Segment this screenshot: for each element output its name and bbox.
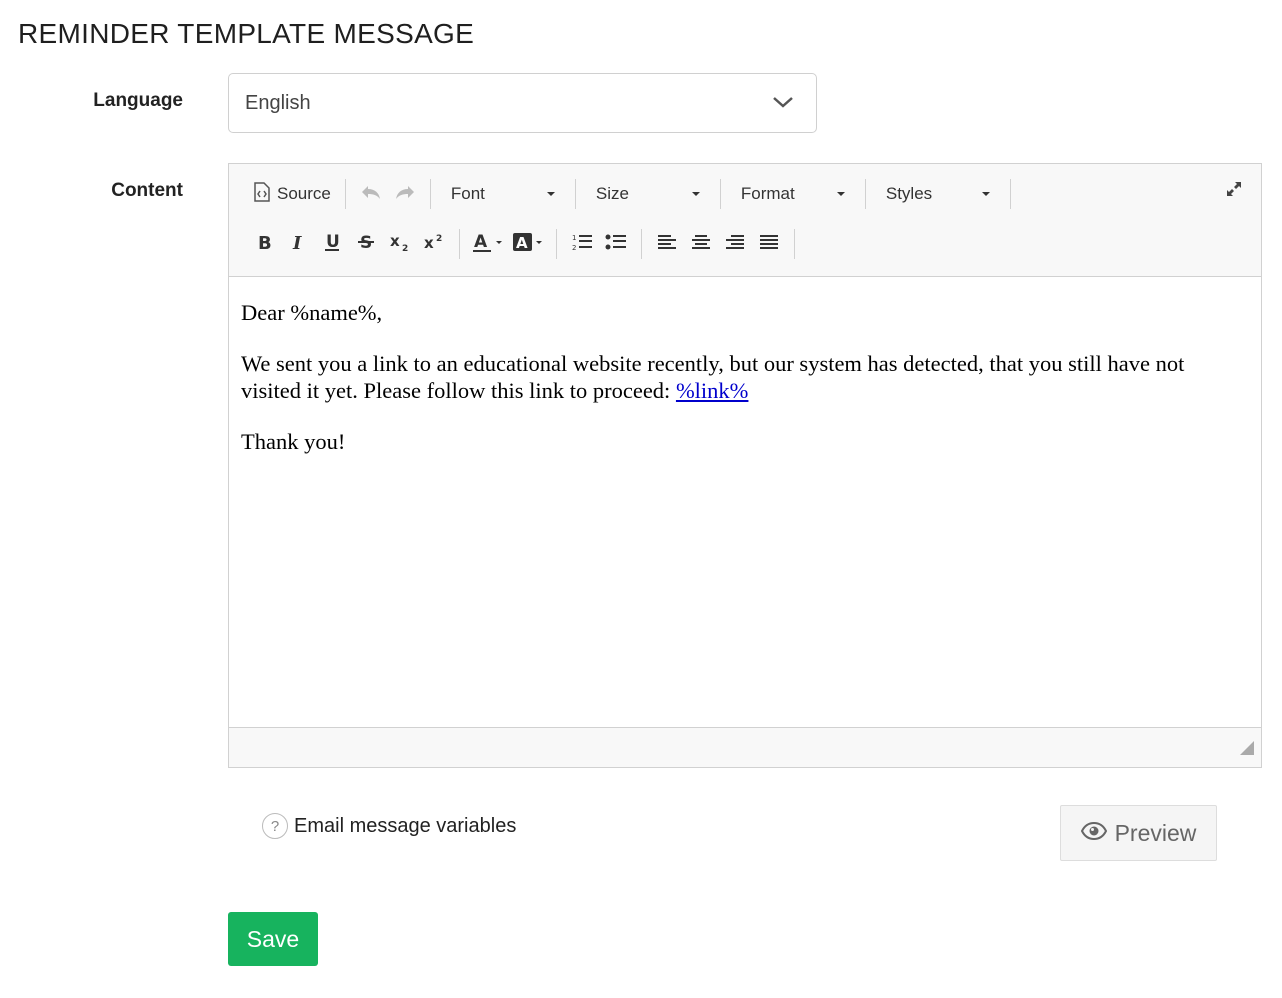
redo-button[interactable] — [388, 177, 422, 211]
text-color-button[interactable]: A — [468, 227, 508, 261]
undo-icon — [360, 184, 382, 205]
editor-content-area[interactable]: Dear %name%, We sent you a link to an ed… — [229, 277, 1261, 727]
svg-text:2: 2 — [402, 244, 408, 252]
caret-down-icon — [691, 192, 700, 196]
strikethrough-icon: S — [357, 232, 375, 257]
language-select[interactable]: English — [228, 73, 817, 133]
svg-text:A: A — [516, 234, 528, 252]
email-variables-link[interactable]: ? Email message variables — [262, 813, 516, 839]
align-justify-button[interactable] — [752, 227, 786, 261]
align-center-icon — [691, 233, 711, 256]
svg-text:x: x — [390, 232, 400, 250]
svg-text:1: 1 — [572, 234, 576, 242]
toolbar-separator — [719, 179, 721, 209]
svg-text:B: B — [258, 233, 272, 251]
background-color-button[interactable]: A — [508, 227, 548, 261]
superscript-button[interactable]: x2 — [417, 227, 451, 261]
editor-footer — [229, 727, 1261, 767]
source-label: Source — [277, 184, 331, 203]
resize-grip-icon[interactable] — [1239, 740, 1255, 761]
bold-button[interactable]: B — [247, 227, 281, 261]
preview-button[interactable]: Preview — [1060, 805, 1217, 861]
toolbar-separator — [344, 179, 346, 209]
toolbar-row-2: B I U S x2 x 2 A A 1 2 — [247, 224, 803, 264]
bulleted-list-button[interactable] — [599, 227, 633, 261]
align-left-icon — [657, 233, 677, 256]
italic-button[interactable]: I — [281, 227, 315, 261]
help-icon: ? — [262, 813, 288, 839]
toolbar-separator — [641, 229, 642, 259]
format-dropdown[interactable]: Format — [729, 177, 857, 211]
content-label: Content — [111, 180, 183, 201]
bold-icon: B — [256, 233, 272, 256]
toolbar-row-1: Source Font Size Format Styles — [247, 174, 1019, 214]
language-label: Language — [93, 90, 183, 111]
editor-toolbar: Source Font Size Format Styles B I U S x… — [229, 164, 1261, 277]
svg-text:A: A — [474, 232, 488, 252]
svg-text:2: 2 — [436, 234, 442, 244]
toolbar-separator — [556, 229, 557, 259]
strikethrough-button[interactable]: S — [349, 227, 383, 261]
toolbar-separator — [429, 179, 431, 209]
bulleted-list-icon — [605, 232, 627, 257]
subscript-icon: x2 — [389, 232, 411, 257]
styles-dropdown-label: Styles — [885, 184, 933, 203]
text-color-icon: A — [472, 231, 504, 258]
source-button[interactable]: Source — [247, 177, 337, 211]
numbered-list-icon: 12 — [571, 232, 593, 257]
chevron-down-icon — [772, 94, 794, 115]
rich-text-editor: Source Font Size Format Styles B I U S x… — [228, 163, 1262, 768]
size-dropdown-label: Size — [595, 184, 629, 203]
font-dropdown[interactable]: Font — [439, 177, 567, 211]
align-right-icon — [725, 233, 745, 256]
email-variables-label: Email message variables — [294, 814, 517, 837]
format-dropdown-label: Format — [740, 184, 795, 203]
size-dropdown[interactable]: Size — [584, 177, 712, 211]
underline-icon: U — [323, 232, 341, 257]
undo-button[interactable] — [354, 177, 388, 211]
font-dropdown-label: Font — [450, 184, 485, 203]
svg-text:2: 2 — [572, 244, 576, 252]
caret-down-icon — [546, 192, 555, 196]
toolbar-separator — [459, 229, 460, 259]
styles-dropdown[interactable]: Styles — [874, 177, 1002, 211]
language-select-value: English — [245, 91, 311, 114]
save-button[interactable]: Save — [228, 912, 318, 966]
closing-paragraph: Thank you! — [241, 429, 346, 454]
background-color-icon: A — [512, 231, 544, 258]
caret-down-icon — [836, 192, 845, 196]
preview-label: Preview — [1114, 819, 1197, 846]
svg-text:I: I — [292, 233, 302, 251]
toolbar-separator — [1009, 179, 1011, 209]
source-icon — [253, 181, 271, 207]
align-left-button[interactable] — [650, 227, 684, 261]
toolbar-separator — [574, 179, 576, 209]
align-right-button[interactable] — [718, 227, 752, 261]
eye-icon — [1080, 820, 1107, 847]
subscript-button[interactable]: x2 — [383, 227, 417, 261]
align-justify-icon — [759, 233, 779, 256]
toolbar-separator — [864, 179, 866, 209]
italic-icon: I — [290, 233, 306, 256]
svg-text:x: x — [424, 234, 434, 252]
toolbar-separator — [794, 229, 795, 259]
maximize-button[interactable] — [1225, 180, 1243, 203]
greeting-paragraph: Dear %name%, — [241, 300, 383, 325]
align-center-button[interactable] — [684, 227, 718, 261]
superscript-icon: x2 — [423, 232, 445, 257]
maximize-icon — [1225, 182, 1243, 202]
underline-button[interactable]: U — [315, 227, 349, 261]
link-variable[interactable]: %link% — [676, 378, 749, 403]
main-paragraph: We sent you a link to an educational web… — [241, 350, 1249, 404]
redo-icon — [394, 184, 416, 205]
page-title: REMINDER TEMPLATE MESSAGE — [18, 18, 475, 49]
caret-down-icon — [981, 192, 990, 196]
numbered-list-button[interactable]: 12 — [565, 227, 599, 261]
